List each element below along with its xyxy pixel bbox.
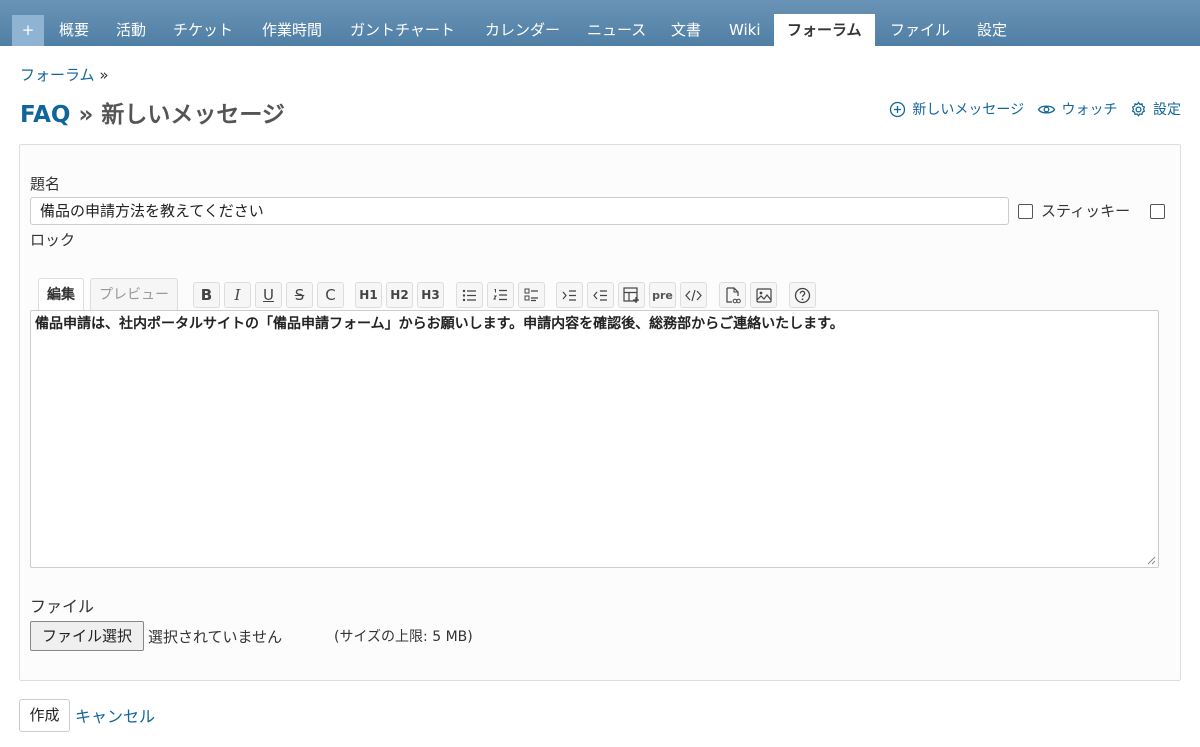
contextual-actions: 新しいメッセージ ウォッチ 設定 xyxy=(881,99,1181,122)
file-label: ファイル xyxy=(30,597,95,616)
strike-glyph: S xyxy=(294,286,305,304)
heading2-button[interactable]: H2 xyxy=(386,282,413,308)
numbered-list-button[interactable] xyxy=(487,282,514,308)
inline-code-button[interactable]: C xyxy=(317,282,344,308)
tab-preview[interactable]: プレビュー xyxy=(90,278,178,310)
tab-edit[interactable]: 編集 xyxy=(38,278,84,310)
title-separator: » xyxy=(78,102,94,128)
task-list-button[interactable] xyxy=(518,282,545,308)
message-body-textarea[interactable]: 備品申請は、社内ポータルサイトの「備品申請フォーム」からお願いします。申請内容を… xyxy=(30,310,1159,568)
sticky-label: スティッキー xyxy=(1041,202,1131,220)
tab-files[interactable]: ファイル xyxy=(877,14,963,46)
message-body-text: 備品申請は、社内ポータルサイトの「備品申請フォーム」からお願いします。申請内容を… xyxy=(35,316,844,332)
link-button[interactable] xyxy=(719,282,746,308)
choose-file-button[interactable]: ファイル選択 xyxy=(30,621,144,651)
help-icon xyxy=(794,287,811,303)
heading3-button[interactable]: H3 xyxy=(417,282,444,308)
resize-handle-icon[interactable] xyxy=(1147,556,1156,565)
eye-icon xyxy=(1037,104,1055,114)
table-icon xyxy=(623,287,639,303)
bold-glyph: B xyxy=(200,286,213,304)
new-message-action[interactable]: 新しいメッセージ xyxy=(889,99,1024,119)
add-circle-icon xyxy=(890,101,906,117)
tab-overview[interactable]: 概要 xyxy=(46,14,102,46)
code-icon xyxy=(685,289,702,301)
italic-button[interactable]: I xyxy=(224,282,251,308)
image-button[interactable] xyxy=(750,282,777,308)
tab-calendar[interactable]: カレンダー xyxy=(472,14,573,46)
h1-glyph: H1 xyxy=(359,288,378,302)
tab-documents[interactable]: 文書 xyxy=(658,14,714,46)
pre-button[interactable]: pre xyxy=(649,282,676,308)
help-button[interactable] xyxy=(789,282,816,308)
new-message-label: 新しいメッセージ xyxy=(912,102,1025,118)
title-text: 新しいメッセージ xyxy=(101,102,285,128)
subject-label: 題名 xyxy=(30,175,61,193)
settings-action[interactable]: 設定 xyxy=(1130,99,1181,119)
watch-label: ウォッチ xyxy=(1061,102,1118,118)
bullet-list-icon xyxy=(462,289,476,301)
task-list-icon xyxy=(524,288,538,302)
tab-activity[interactable]: 活動 xyxy=(103,14,159,46)
breadcrumb-separator: » xyxy=(99,66,109,84)
table-button[interactable] xyxy=(618,282,645,308)
tab-forums[interactable]: フォーラム xyxy=(774,14,875,46)
gear-icon xyxy=(1131,100,1146,117)
numbered-list-icon xyxy=(493,289,507,301)
heading1-button[interactable]: H1 xyxy=(355,282,382,308)
bullet-list-button[interactable] xyxy=(456,282,483,308)
outdent-icon xyxy=(593,289,607,301)
lock-label: ロック xyxy=(30,231,76,249)
create-button[interactable]: 作成 xyxy=(19,699,70,732)
breadcrumb: フォーラム » xyxy=(20,64,109,85)
watch-action[interactable]: ウォッチ xyxy=(1037,99,1118,119)
indent-button[interactable] xyxy=(556,282,583,308)
bold-button[interactable]: B xyxy=(193,282,220,308)
tab-news[interactable]: ニュース xyxy=(574,14,659,46)
tab-gantt[interactable]: ガントチャート xyxy=(337,14,468,46)
code-glyph: C xyxy=(325,286,336,304)
forum-link[interactable]: FAQ xyxy=(20,102,70,128)
underline-glyph: U xyxy=(263,286,274,304)
underline-button[interactable]: U xyxy=(255,282,282,308)
pre-glyph: pre xyxy=(652,288,673,302)
tab-time-entries[interactable]: 作業時間 xyxy=(249,14,335,46)
tab-issues[interactable]: チケット xyxy=(160,14,246,46)
page-title: FAQ » 新しいメッセージ xyxy=(20,95,285,129)
tab-settings[interactable]: 設定 xyxy=(964,14,1020,46)
italic-glyph: I xyxy=(234,286,241,304)
image-icon xyxy=(755,287,772,303)
tab-wiki[interactable]: Wiki xyxy=(716,14,774,46)
outdent-button[interactable] xyxy=(587,282,614,308)
file-size-limit: (サイズの上限: 5 MB) xyxy=(334,629,473,645)
code-block-button[interactable] xyxy=(680,282,707,308)
sticky-checkbox[interactable] xyxy=(1018,204,1033,219)
subject-input[interactable]: 備品の申請方法を教えてください xyxy=(30,197,1009,225)
breadcrumb-forums-link[interactable]: フォーラム xyxy=(20,66,95,84)
lock-checkbox[interactable] xyxy=(1150,204,1165,219)
file-status-text: 選択されていません xyxy=(148,628,283,646)
top-tab-bar: + 概要 活動 チケット 作業時間 ガントチャート カレンダー ニュース 文書 … xyxy=(0,0,1200,46)
indent-icon xyxy=(562,289,576,301)
settings-label: 設定 xyxy=(1153,102,1181,118)
h2-glyph: H2 xyxy=(390,288,409,302)
strikethrough-button[interactable]: S xyxy=(286,282,313,308)
new-item-button[interactable]: + xyxy=(12,15,44,46)
file-link-icon xyxy=(725,286,741,303)
cancel-link[interactable]: キャンセル xyxy=(75,703,155,727)
h3-glyph: H3 xyxy=(421,288,440,302)
